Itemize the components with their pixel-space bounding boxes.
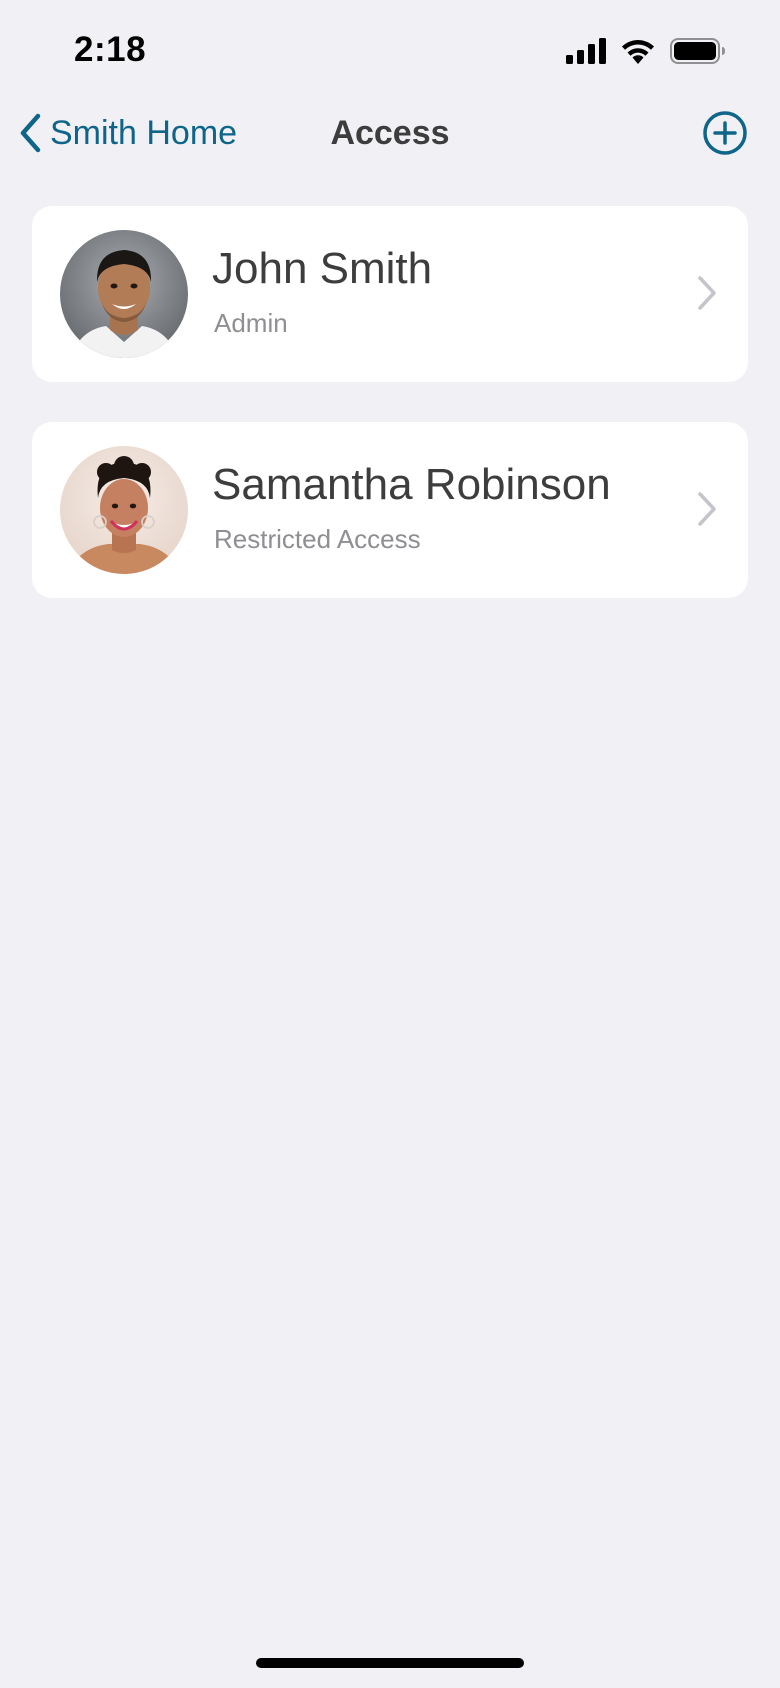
cellular-signal-icon: [566, 38, 606, 64]
user-photo-icon: [60, 446, 188, 574]
page-title: Access: [330, 114, 450, 152]
user-photo-icon: [60, 230, 188, 358]
user-card[interactable]: John Smith Admin: [32, 206, 748, 382]
chevron-right-icon: [698, 492, 716, 526]
wifi-icon: [622, 40, 654, 64]
user-list: John Smith Admin Samantha Robinson Restr…: [32, 206, 748, 638]
avatar: [60, 230, 188, 358]
user-card[interactable]: Samantha Robinson Restricted Access: [32, 422, 748, 598]
user-name: Samantha Robinson: [212, 460, 611, 509]
battery-icon: [670, 38, 725, 64]
navigation-bar: Smith Home Access: [0, 100, 780, 166]
plus-circle-icon: [703, 111, 747, 155]
avatar: [60, 446, 188, 574]
status-icons: [566, 38, 726, 64]
status-bar: 2:18: [0, 0, 780, 100]
home-indicator[interactable]: [256, 1658, 524, 1668]
chevron-right-icon: [698, 276, 716, 310]
user-role: Admin: [214, 308, 288, 338]
user-name: John Smith: [212, 244, 433, 293]
user-role: Restricted Access: [214, 524, 421, 554]
status-time: 2:18: [74, 30, 147, 69]
add-user-button[interactable]: [702, 110, 748, 156]
